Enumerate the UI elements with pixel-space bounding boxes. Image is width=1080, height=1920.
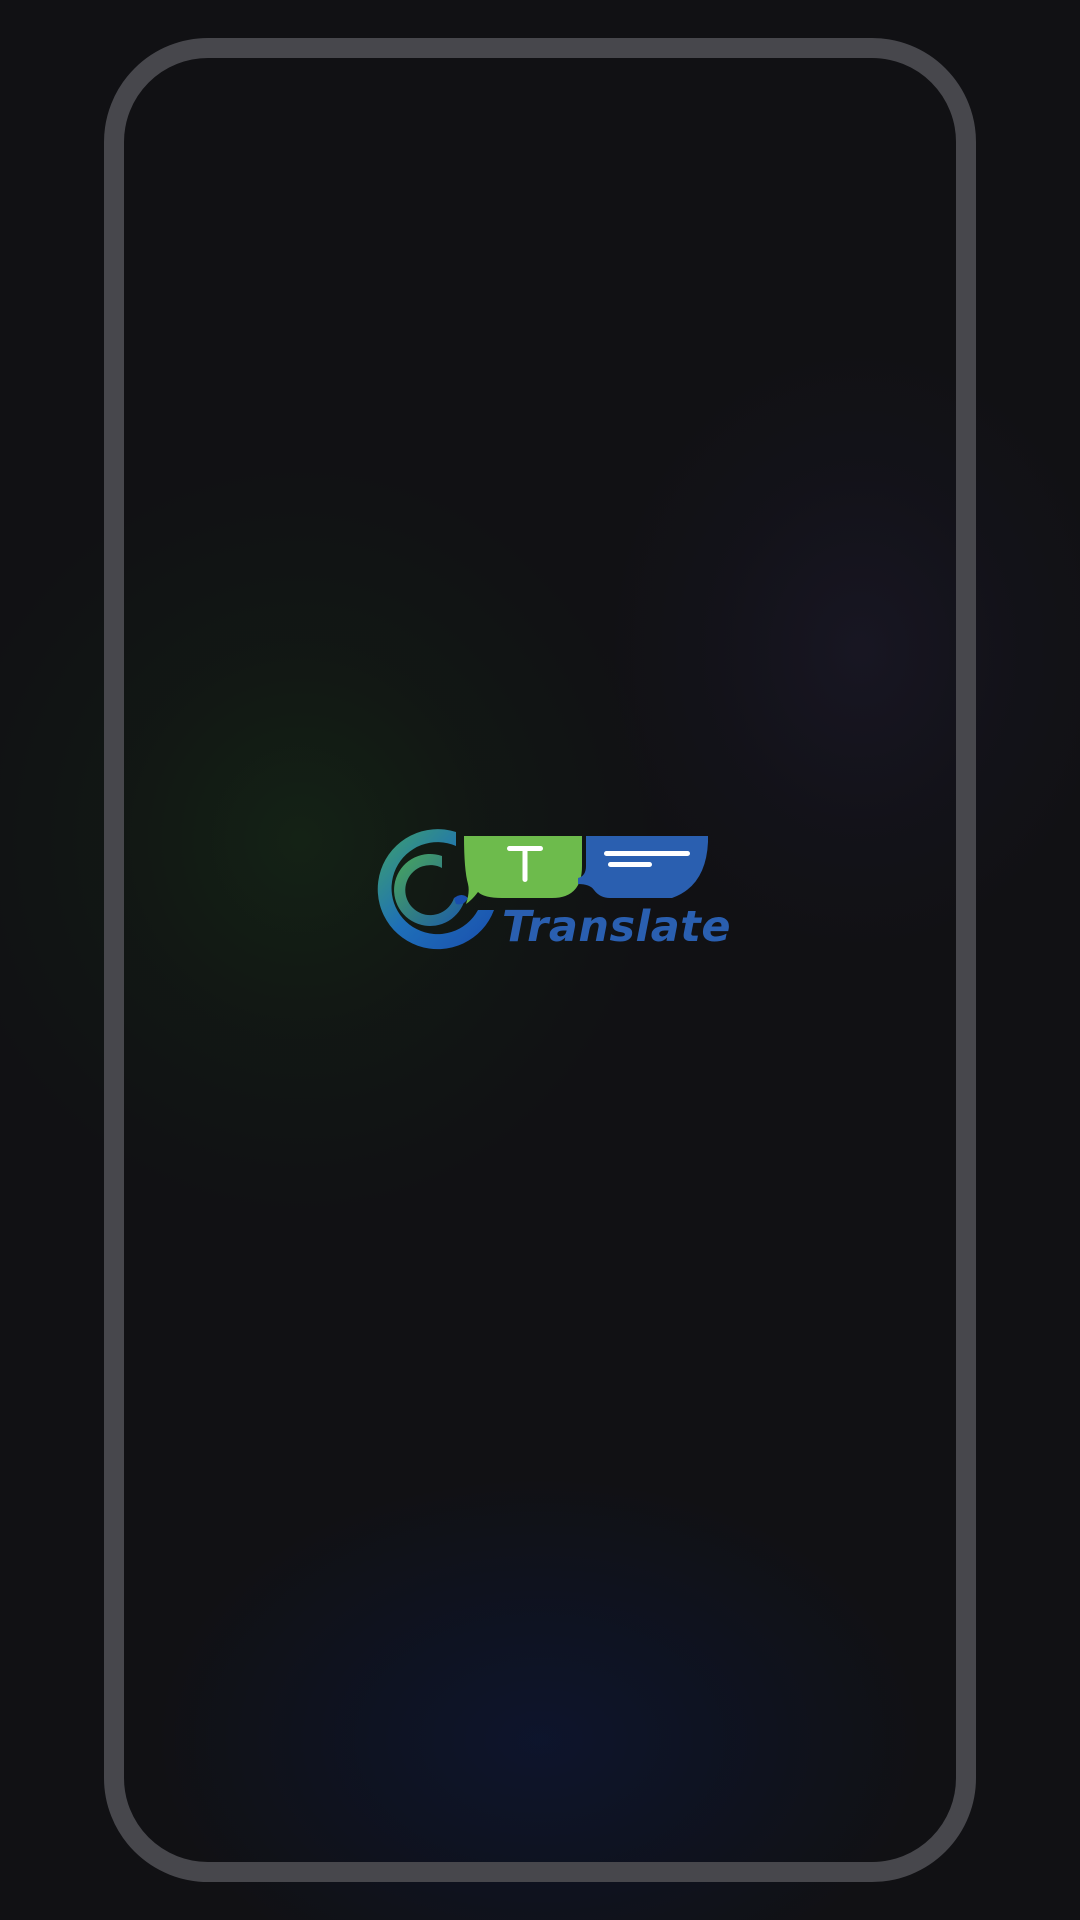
- brand-name: Translate: [502, 902, 732, 952]
- inner-c-ring: [394, 853, 464, 926]
- device-frame: [104, 38, 976, 1882]
- app-logo: Translate: [372, 826, 731, 956]
- splash-screen: Translate: [0, 0, 1080, 1920]
